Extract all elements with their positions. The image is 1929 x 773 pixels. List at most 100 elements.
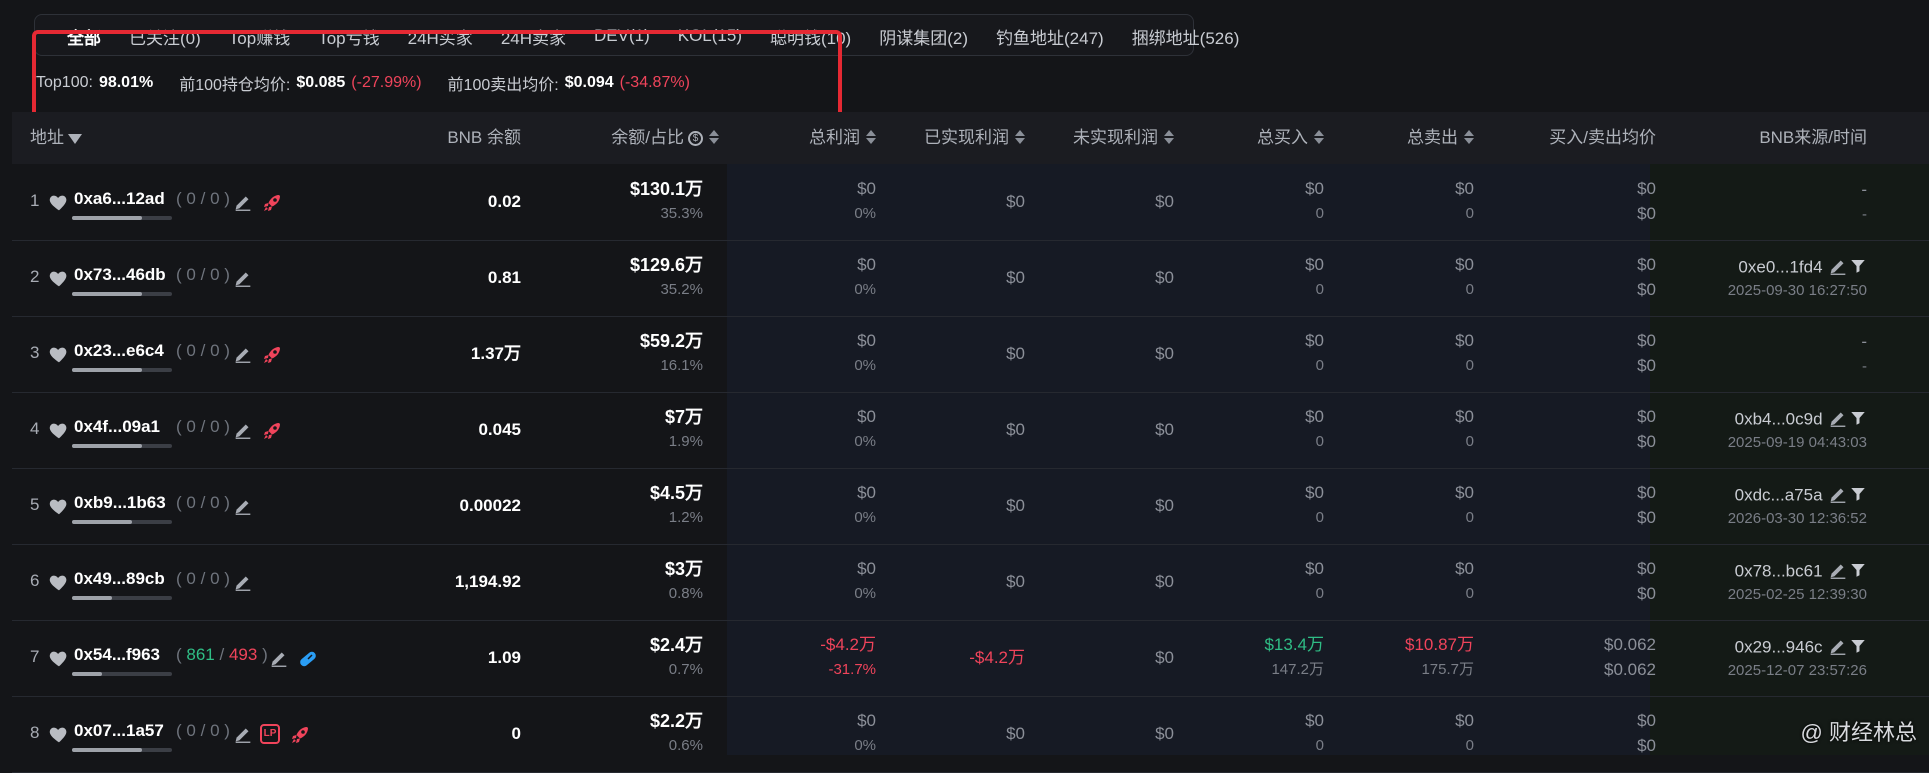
tab-3[interactable]: Top亏钱 bbox=[304, 24, 393, 49]
holder-address-text[interactable]: 0xb9...1b63 bbox=[74, 493, 166, 512]
sort-icon[interactable] bbox=[866, 128, 876, 146]
holder-address-text[interactable]: 0x54...f963 bbox=[74, 645, 160, 664]
holder-address-text[interactable]: 0x49...89cb bbox=[74, 569, 165, 588]
sort-icon[interactable] bbox=[1314, 128, 1324, 146]
tab-10[interactable]: 钓鱼地址(247) bbox=[982, 24, 1118, 49]
holder-address[interactable]: 0x4f...09a1 bbox=[74, 417, 160, 437]
bnb-source-address[interactable]: 0xb4...0c9d bbox=[1735, 410, 1823, 429]
holder-address[interactable]: 0x23...e6c4 bbox=[74, 341, 164, 361]
bnb-source[interactable]: 0x29...946c bbox=[1735, 635, 1867, 662]
total-profit-pct: 0% bbox=[854, 585, 876, 602]
tab-4[interactable]: 24H买家 bbox=[394, 24, 487, 49]
currency-switch-icon[interactable]: $ bbox=[688, 131, 703, 147]
rank-number: 8 bbox=[30, 723, 40, 742]
holder-address[interactable]: 0xa6...12ad bbox=[74, 189, 165, 209]
tab-2[interactable]: Top赚钱 bbox=[215, 24, 304, 49]
table-row[interactable]: 5 0xb9...1b63 ( 0 / 0 ) 0.00022 $4.5万 1.2% $0 0… bbox=[12, 468, 1929, 545]
heart-icon[interactable] bbox=[48, 495, 70, 517]
bnb-source-address[interactable]: 0x78...bc61 bbox=[1735, 562, 1823, 581]
col-address[interactable]: 地址 bbox=[30, 112, 82, 164]
col-total-buy[interactable]: 总买入 bbox=[1257, 112, 1324, 164]
funnel-icon[interactable] bbox=[1849, 637, 1867, 660]
heart-icon[interactable] bbox=[48, 723, 70, 745]
tab-0[interactable]: 全部 bbox=[53, 24, 115, 49]
bnb-source[interactable]: 0x78...bc61 bbox=[1735, 559, 1867, 586]
holder-address-text[interactable]: 0x4f...09a1 bbox=[74, 417, 160, 436]
edit-icon[interactable] bbox=[1827, 635, 1849, 662]
bnb-balance: 1,194.92 bbox=[454, 572, 521, 591]
edit-icon[interactable] bbox=[232, 419, 254, 441]
total-profit-pct: 0% bbox=[854, 509, 876, 526]
total-buy-amount: 0 bbox=[1315, 357, 1324, 374]
heart-icon[interactable] bbox=[48, 647, 70, 669]
rocket-icon bbox=[288, 723, 310, 745]
tab-8[interactable]: 聪明钱(10) bbox=[756, 24, 865, 49]
holder-address-text[interactable]: 0x07...1a57 bbox=[74, 721, 164, 740]
bnb-source[interactable]: 0xb4...0c9d bbox=[1735, 407, 1867, 434]
table-row[interactable]: 1 0xa6...12ad ( 0 / 0 ) 0.02 $130.1万 35.3% $0 0… bbox=[12, 164, 1929, 241]
table-row[interactable]: 3 0x23...e6c4 ( 0 / 0 ) 1.37万 $59.2万 16.1% $0 0… bbox=[12, 316, 1929, 393]
col-balance-pct[interactable]: 余额/占比 $ bbox=[611, 112, 719, 164]
holder-address[interactable]: 0xb9...1b63 bbox=[74, 493, 166, 513]
col-total-profit[interactable]: 总利润 bbox=[809, 112, 876, 164]
bnb-source-address[interactable]: 0x29...946c bbox=[1735, 638, 1823, 657]
tab-9[interactable]: 阴谋集团(2) bbox=[865, 24, 982, 49]
edit-icon[interactable] bbox=[232, 343, 254, 365]
balance-value: $3万 bbox=[664, 559, 703, 579]
edit-icon[interactable] bbox=[232, 495, 254, 517]
holder-address[interactable]: 0x49...89cb bbox=[74, 569, 165, 589]
heart-icon[interactable] bbox=[48, 343, 70, 365]
edit-icon[interactable] bbox=[268, 647, 290, 669]
table-row[interactable]: 8 0x07...1a57 ( 0 / 0 ) LP 0 $2.2万 0.6% $0 0% $0 $… bbox=[12, 696, 1929, 773]
col-balance-pct-label: 余额/占比 bbox=[611, 128, 684, 147]
filter-icon[interactable] bbox=[68, 133, 82, 144]
holder-address[interactable]: 0x07...1a57 bbox=[74, 721, 164, 741]
edit-icon[interactable] bbox=[1827, 559, 1849, 586]
holder-address-text[interactable]: 0x73...46db bbox=[74, 265, 166, 284]
table-row[interactable]: 7 0x54...f963 ( 861 / 493 ) 1.09 $2.4万 0.7% -$… bbox=[12, 620, 1929, 697]
heart-icon[interactable] bbox=[48, 571, 70, 593]
funnel-icon[interactable] bbox=[1849, 485, 1867, 508]
holder-address[interactable]: 0x73...46db bbox=[74, 265, 166, 285]
edit-icon[interactable] bbox=[232, 267, 254, 289]
total-sell-amount: 0 bbox=[1465, 585, 1474, 602]
bnb-source[interactable]: 0xdc...a75a bbox=[1735, 483, 1867, 510]
sort-icon[interactable] bbox=[1464, 128, 1474, 146]
table-row[interactable]: 4 0x4f...09a1 ( 0 / 0 ) 0.045 $7万 1.9% $0 0% $0 $… bbox=[12, 392, 1929, 469]
tab-1[interactable]: 已关注(0) bbox=[115, 24, 215, 49]
bnb-balance: 1.09 bbox=[487, 648, 521, 667]
heart-icon[interactable] bbox=[48, 419, 70, 441]
holder-address-text[interactable]: 0x23...e6c4 bbox=[74, 341, 164, 360]
tab-7[interactable]: KOL(15) bbox=[664, 26, 756, 46]
edit-icon[interactable] bbox=[1827, 483, 1849, 510]
bnb-source-address[interactable]: 0xdc...a75a bbox=[1735, 486, 1823, 505]
funnel-icon[interactable] bbox=[1849, 257, 1867, 280]
edit-icon[interactable] bbox=[232, 571, 254, 593]
sort-icon[interactable] bbox=[709, 128, 719, 146]
col-total-sell[interactable]: 总卖出 bbox=[1407, 112, 1474, 164]
col-realized[interactable]: 已实现利润 bbox=[924, 112, 1025, 164]
col-total-buy-label: 总买入 bbox=[1257, 128, 1308, 147]
sort-icon[interactable] bbox=[1164, 128, 1174, 146]
edit-icon[interactable] bbox=[1827, 407, 1849, 434]
heart-icon[interactable] bbox=[48, 267, 70, 289]
edit-icon[interactable] bbox=[232, 723, 254, 745]
col-unrealized[interactable]: 未实现利润 bbox=[1073, 112, 1174, 164]
edit-icon[interactable] bbox=[232, 191, 254, 213]
holder-address-text[interactable]: 0xa6...12ad bbox=[74, 189, 165, 208]
tab-11[interactable]: 捆绑地址(526) bbox=[1118, 24, 1254, 49]
bnb-source[interactable]: 0xe0...1fd4 bbox=[1738, 255, 1867, 282]
funnel-icon[interactable] bbox=[1849, 561, 1867, 584]
holder-address[interactable]: 0x54...f963 bbox=[74, 645, 160, 665]
sort-icon[interactable] bbox=[1015, 128, 1025, 146]
funnel-icon[interactable] bbox=[1849, 409, 1867, 432]
realized-profit: $0 bbox=[1006, 724, 1025, 743]
tab-6[interactable]: DEV(1) bbox=[580, 26, 664, 46]
edit-icon[interactable] bbox=[1827, 255, 1849, 282]
table-row[interactable]: 6 0x49...89cb ( 0 / 0 ) 1,194.92 $3万 0.8% $0 0%… bbox=[12, 544, 1929, 621]
heart-icon[interactable] bbox=[48, 191, 70, 213]
bnb-source-address[interactable]: 0xe0...1fd4 bbox=[1738, 258, 1822, 277]
rank-number: 4 bbox=[30, 419, 40, 438]
table-row[interactable]: 2 0x73...46db ( 0 / 0 ) 0.81 $129.6万 35.2% $0 0… bbox=[12, 240, 1929, 317]
tab-5[interactable]: 24H卖家 bbox=[487, 24, 580, 49]
